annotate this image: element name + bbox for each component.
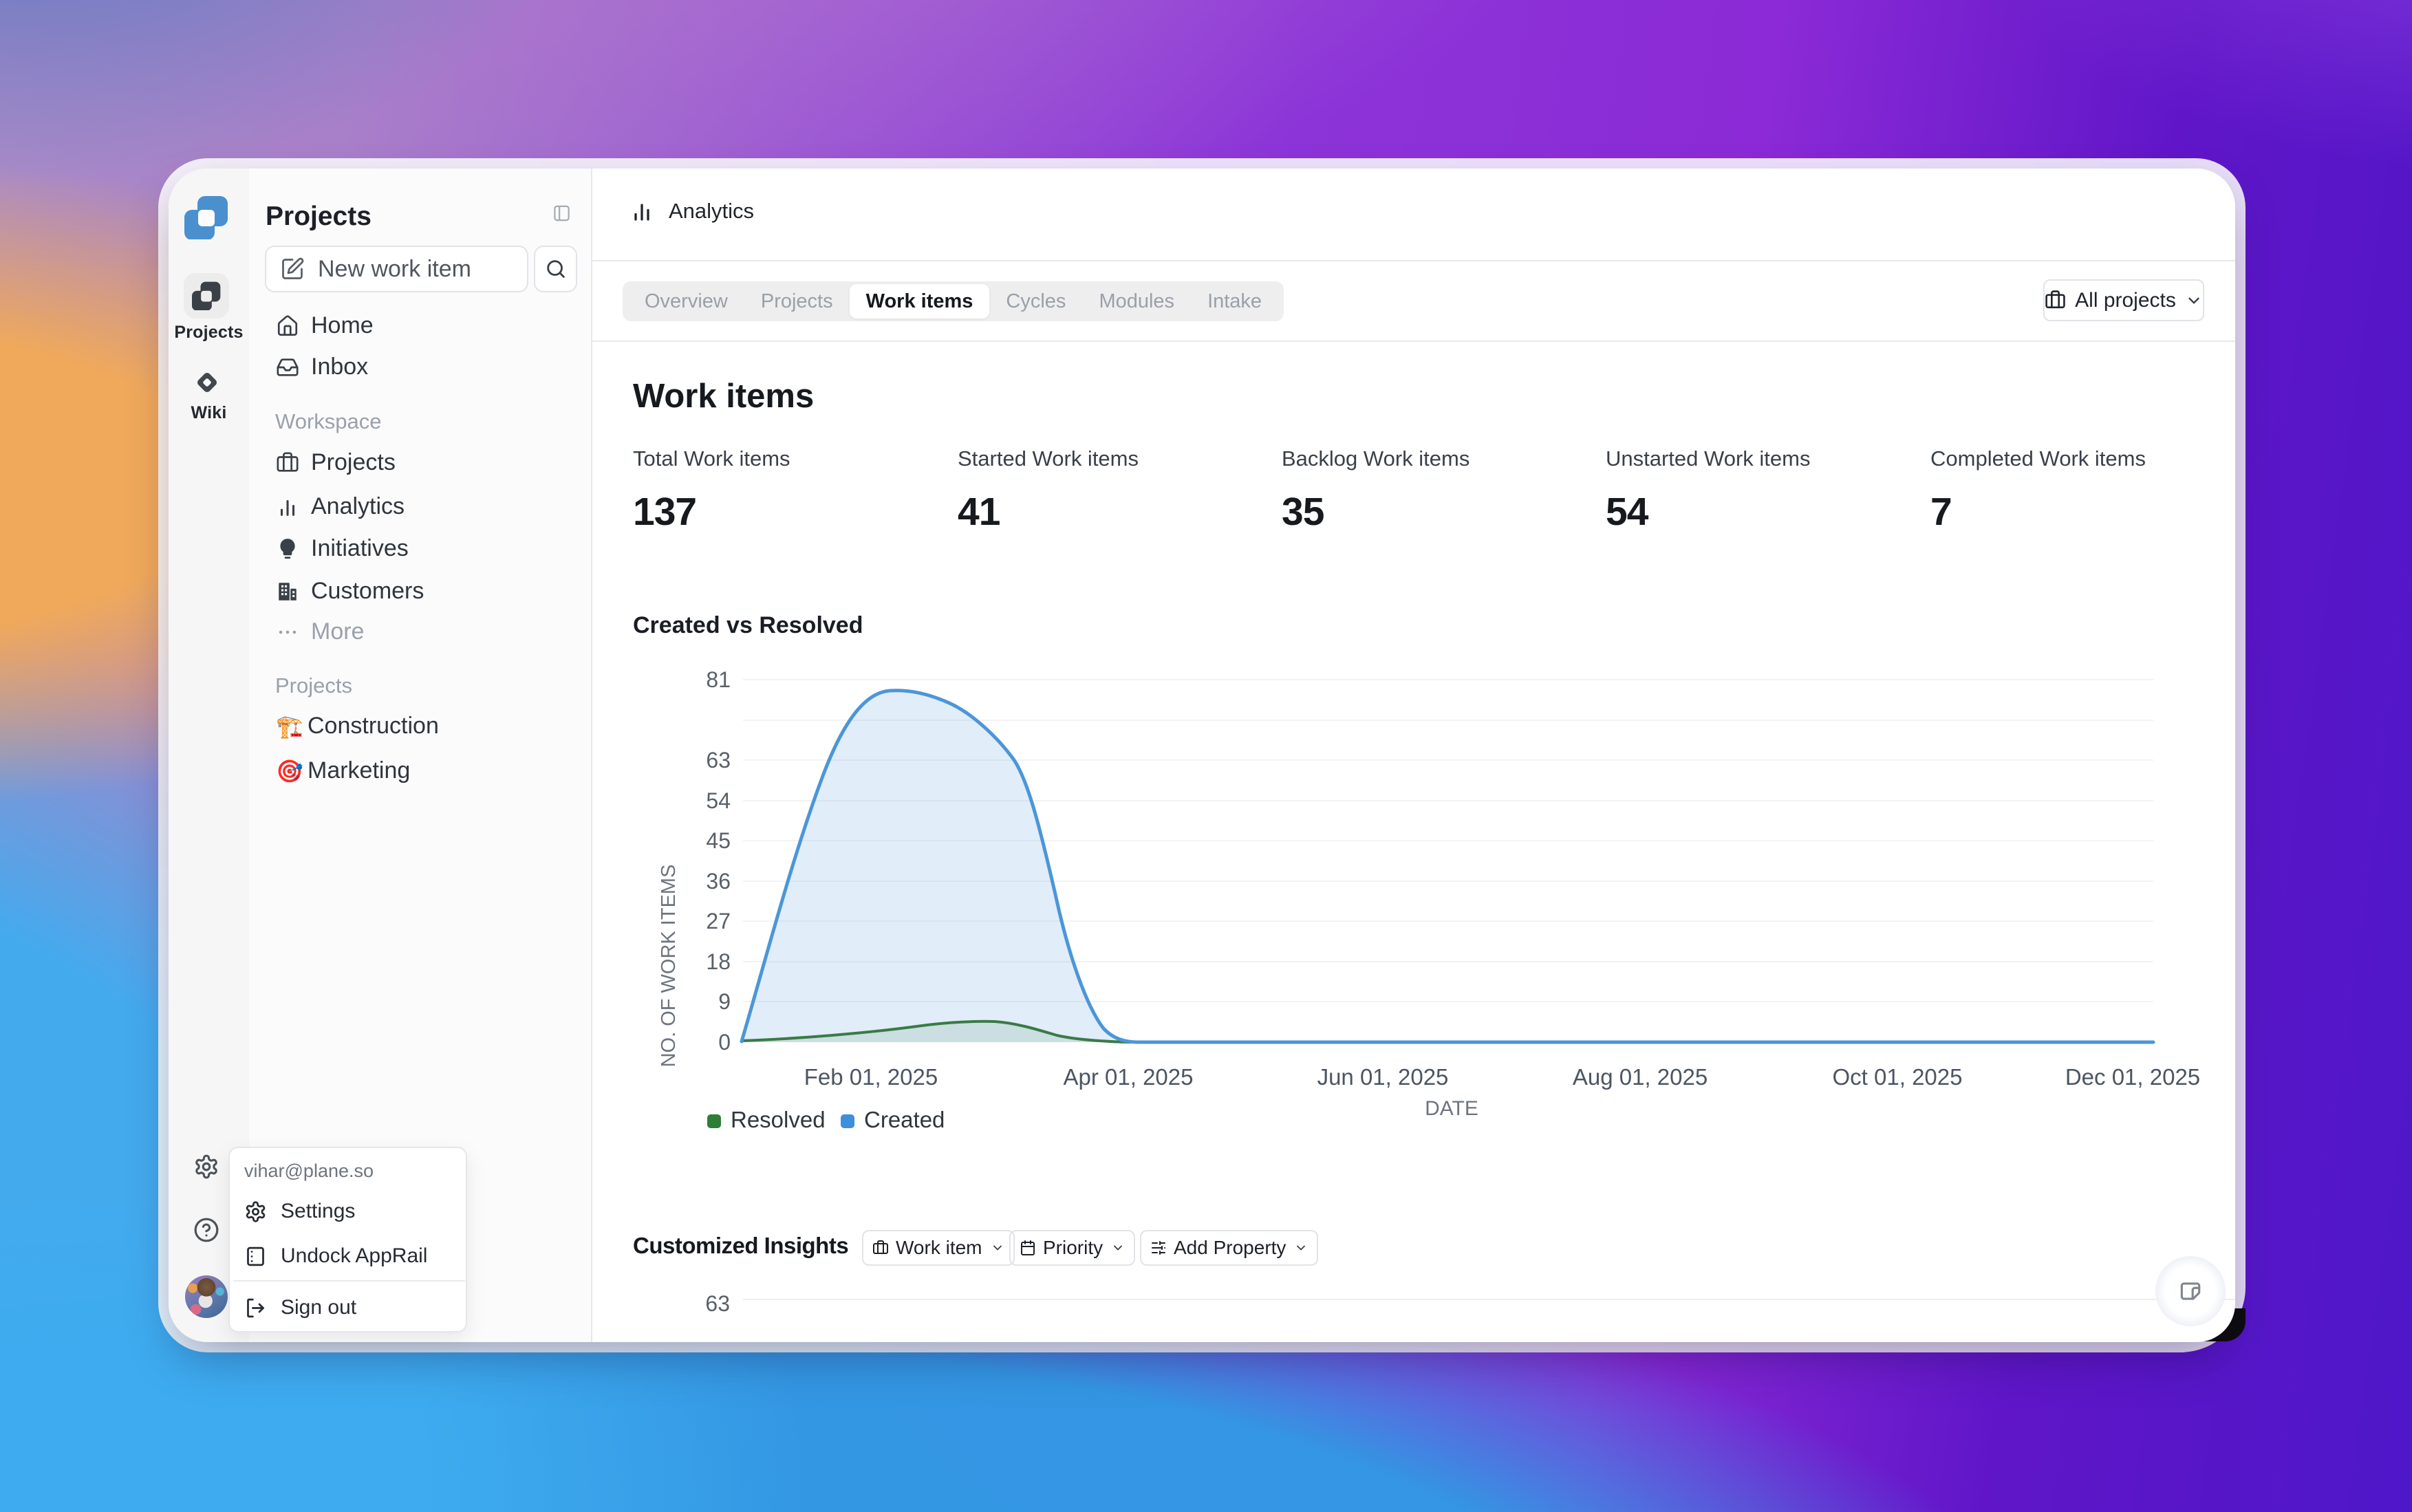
svg-text:Created: Created (864, 1107, 945, 1132)
svg-text:27: 27 (706, 909, 731, 933)
svg-text:45: 45 (706, 828, 731, 853)
svg-text:Aug 01, 2025: Aug 01, 2025 (1573, 1064, 1708, 1090)
svg-text:9: 9 (718, 989, 731, 1014)
svg-text:63: 63 (706, 748, 731, 773)
svg-text:54: 54 (706, 788, 731, 813)
svg-text:Apr 01, 2025: Apr 01, 2025 (1064, 1064, 1194, 1090)
svg-text:Resolved: Resolved (731, 1107, 826, 1132)
svg-text:36: 36 (706, 869, 731, 894)
svg-text:0: 0 (718, 1030, 731, 1055)
svg-text:DATE: DATE (1425, 1097, 1478, 1120)
svg-text:Feb 01, 2025: Feb 01, 2025 (804, 1064, 938, 1090)
svg-text:81: 81 (706, 667, 731, 692)
svg-text:Jun 01, 2025: Jun 01, 2025 (1317, 1064, 1449, 1090)
svg-text:18: 18 (706, 949, 731, 974)
svg-text:NO. OF WORK ITEMS: NO. OF WORK ITEMS (658, 865, 680, 1068)
svg-text:Oct 01, 2025: Oct 01, 2025 (1833, 1064, 1963, 1090)
svg-text:Dec 01, 2025: Dec 01, 2025 (2065, 1064, 2200, 1090)
